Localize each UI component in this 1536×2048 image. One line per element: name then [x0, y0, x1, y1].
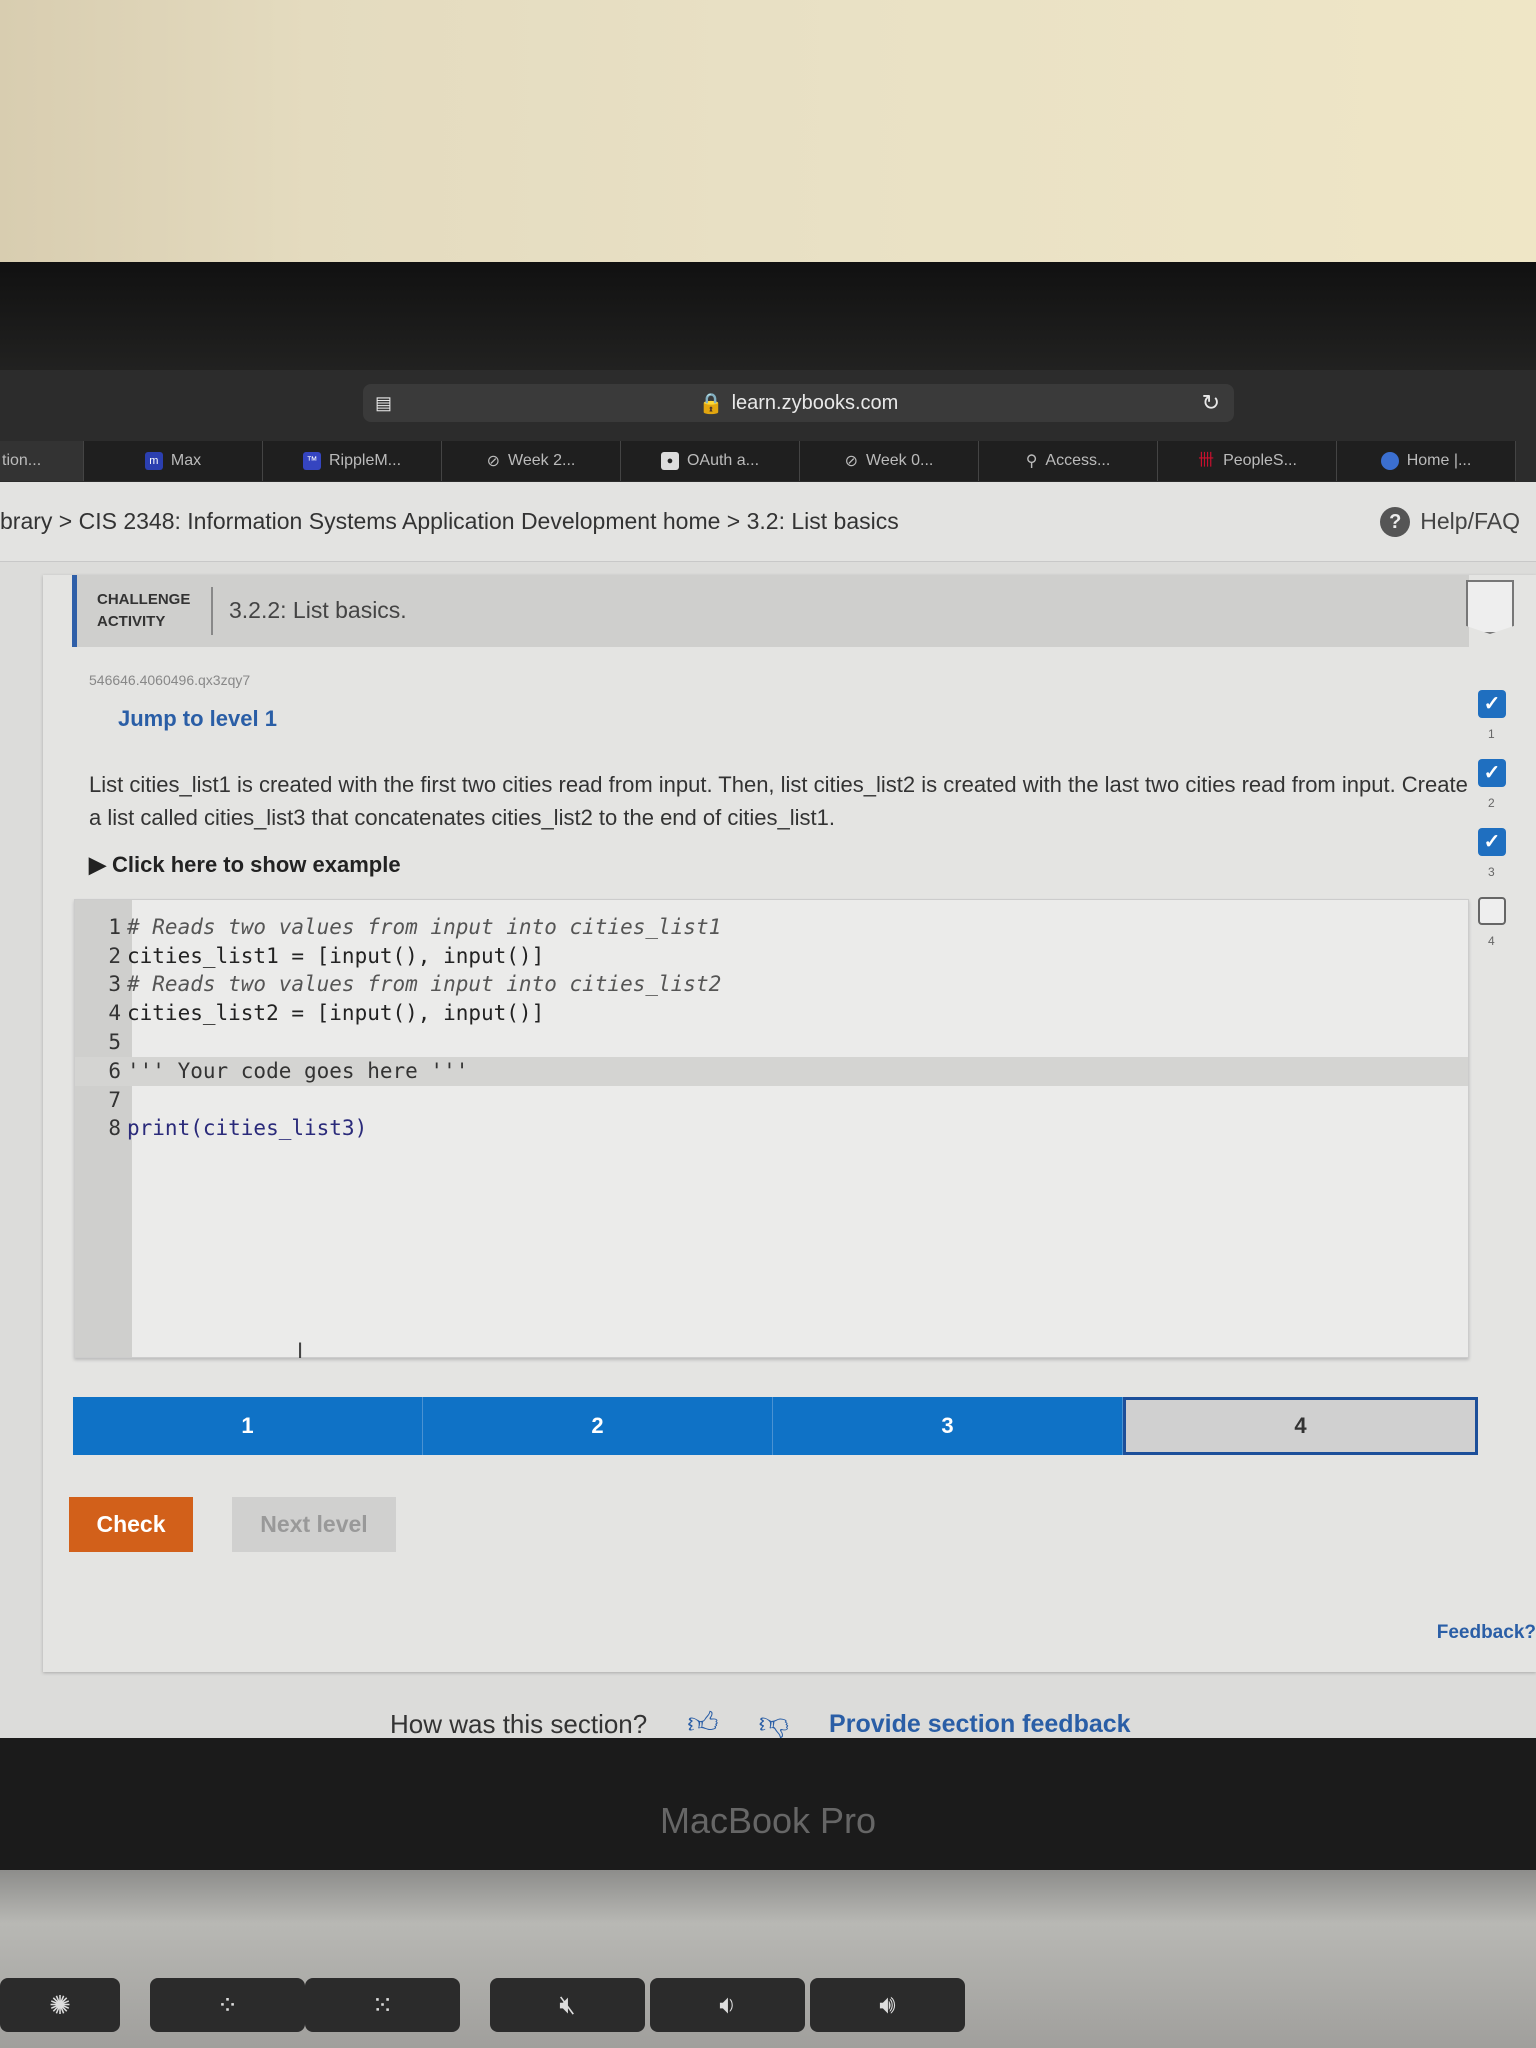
uh-logo-icon: 卌 — [1198, 452, 1215, 469]
code-line-active[interactable]: 6 ''' Your code goes here ''' — [75, 1057, 1468, 1086]
code-line[interactable]: 7 — [75, 1086, 1468, 1115]
thumbs-down-icon[interactable]: 👎︎ — [759, 1706, 789, 1742]
show-example-toggle[interactable]: ▶ Click here to show example — [89, 852, 401, 878]
keyboard-dim-icon[interactable]: ⁘ — [150, 1978, 305, 2032]
section-feedback: How was this section? 👍︎ 👎︎ Provide sect… — [390, 1706, 1131, 1742]
activity-header: CHALLENGE ACTIVITY 3.2.2: List basics. — [72, 575, 1469, 647]
activity-title: 3.2.2: List basics. — [229, 597, 407, 623]
github-icon: ● — [660, 452, 679, 470]
level-4-button[interactable]: 4 — [1123, 1397, 1478, 1455]
jump-to-level-link[interactable]: Jump to level 1 — [118, 706, 277, 732]
brightness-icon[interactable]: ✺ — [0, 1978, 120, 2032]
level-1-check-icon: ✓ — [1478, 690, 1506, 718]
question-icon: ? — [1380, 506, 1411, 537]
level-progress-bar: 1 2 3 4 — [73, 1397, 1478, 1455]
level-1-button[interactable]: 1 — [73, 1397, 423, 1455]
ripplematch-icon: ™ — [302, 452, 321, 470]
text-cursor-icon: I — [297, 1338, 304, 1363]
m-logo-icon: m — [144, 452, 163, 470]
lock-icon: 🔒 — [698, 392, 724, 415]
code-line[interactable]: 1 # Reads two values from input into citi… — [75, 913, 1468, 942]
level-4-empty-icon — [1478, 897, 1506, 925]
address-bar[interactable]: 🔒 learn.zybooks.com ↻ ▤ — [363, 384, 1234, 422]
volume-down-icon[interactable]: 🔉︎ — [650, 1978, 805, 2032]
access-icon: ⚲ — [1025, 453, 1038, 470]
code-line[interactable]: 3 # Reads two values from input into citi… — [75, 970, 1468, 999]
background-wall — [0, 0, 1536, 268]
level-3-check-icon: ✓ — [1478, 828, 1506, 856]
level-2-button[interactable]: 2 — [423, 1397, 773, 1455]
compass-icon: ⊘ — [844, 453, 859, 470]
keyboard-bright-icon[interactable]: ⁙ — [305, 1978, 460, 2032]
prompt-text: List cities_list1 is created with the fi… — [89, 772, 1468, 830]
provide-feedback-link[interactable]: Provide section feedback — [829, 1710, 1131, 1739]
tab-week0[interactable]: ⊘ Week 0... — [800, 441, 979, 481]
activity-id: 546646.4060496.qx3zqy7 — [89, 672, 251, 688]
compass-icon: ⊘ — [486, 453, 501, 470]
tab-week2[interactable]: ⊘ Week 2... — [442, 441, 621, 481]
completion-badge-icon — [1466, 580, 1514, 634]
mute-icon[interactable]: 🔇︎ — [490, 1978, 645, 2032]
tab-access[interactable]: ⚲ Access... — [979, 441, 1158, 481]
tab-peoplesoft[interactable]: 卌 PeopleS... — [1158, 441, 1337, 481]
help-faq-link[interactable]: ? Help/FAQ — [1380, 506, 1520, 537]
screen-bezel — [0, 262, 1536, 382]
laptop-model-label: MacBook Pro — [659, 1800, 877, 1841]
tab-ripplematch[interactable]: ™ RippleM... — [263, 441, 442, 481]
feedback-link[interactable]: Feedback? — [1437, 1622, 1536, 1644]
tab-bar: tion... m Max ™ RippleM... ⊘ Week 2... ● OAu… — [0, 441, 1536, 481]
tab-oauth[interactable]: ● OAuth a... — [621, 441, 800, 481]
code-line[interactable]: 2 cities_list1 = [input(), input()] — [75, 942, 1468, 971]
code-line[interactable]: 5 — [75, 1028, 1468, 1057]
level-3-button[interactable]: 3 — [773, 1397, 1123, 1455]
check-button[interactable]: Check — [69, 1497, 193, 1552]
code-line[interactable]: 8 print(cities_list3) — [75, 1114, 1468, 1143]
activity-type: CHALLENGE ACTIVITY — [97, 591, 191, 630]
reload-icon[interactable]: ↻ — [1202, 390, 1220, 416]
divider — [211, 587, 213, 635]
tab-home[interactable]: Home |... — [1337, 441, 1516, 481]
url-text: learn.zybooks.com — [731, 391, 899, 414]
next-level-button[interactable]: Next level — [232, 1497, 396, 1552]
thumbs-up-icon[interactable]: 👍︎ — [687, 1706, 718, 1742]
level-2-check-icon: ✓ — [1478, 759, 1506, 787]
code-line[interactable]: 4 cities_list2 = [input(), input()] — [75, 999, 1468, 1028]
home-app-icon — [1380, 452, 1399, 470]
breadcrumb: brary > CIS 2348: Information Systems Ap… — [0, 482, 1536, 562]
tab-0[interactable]: tion... — [0, 441, 84, 481]
reader-icon[interactable]: ▤ — [375, 393, 392, 414]
code-editor[interactable]: 1 # Reads two values from input into citi… — [74, 899, 1469, 1363]
breadcrumb-text[interactable]: brary > CIS 2348: Information Systems Ap… — [0, 508, 899, 535]
tab-max[interactable]: m Max — [84, 441, 263, 481]
volume-up-icon[interactable]: 🔊︎ — [810, 1978, 965, 2032]
